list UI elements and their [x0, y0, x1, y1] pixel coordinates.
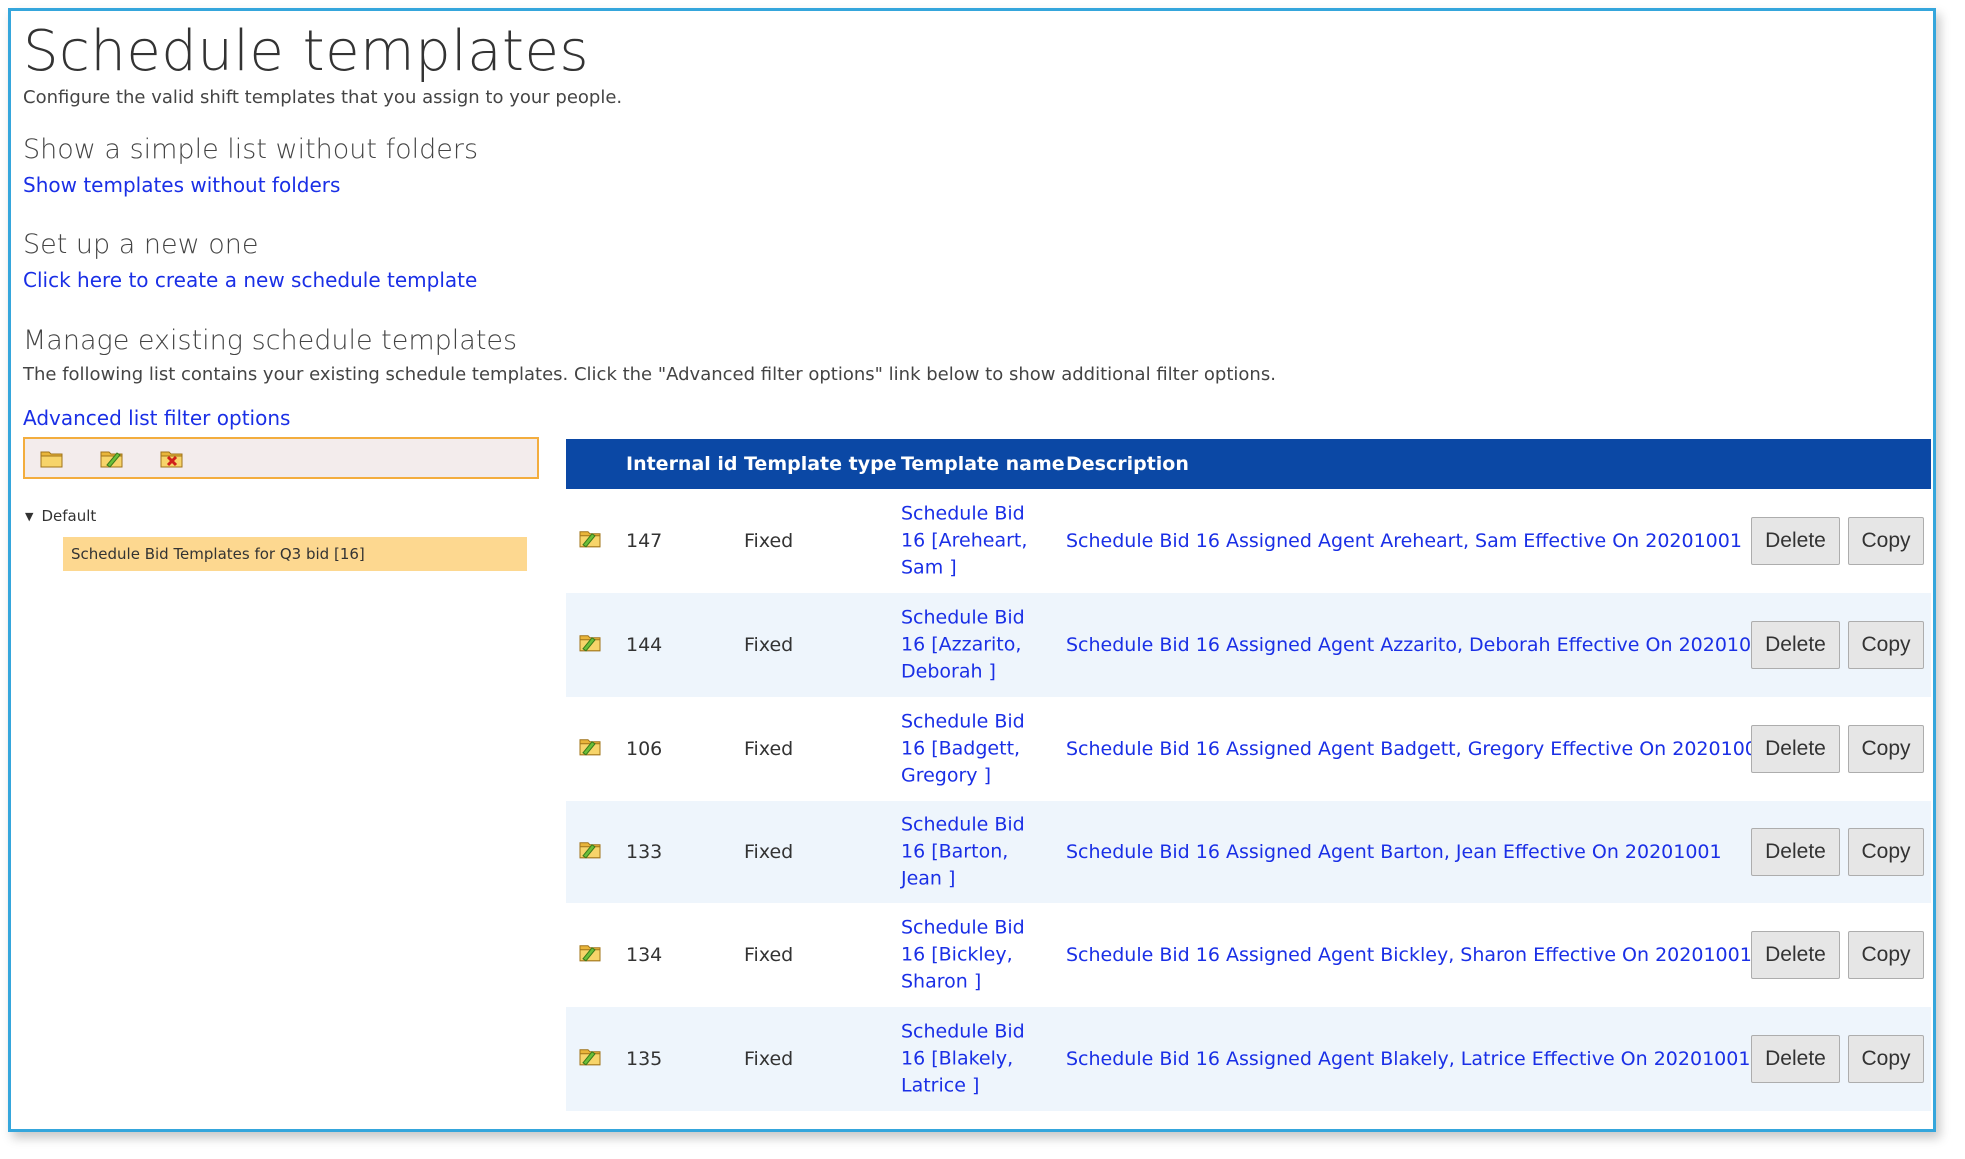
copy-button[interactable]: Copy	[1848, 517, 1924, 565]
delete-button[interactable]: Delete	[1751, 517, 1840, 565]
caret-down-icon[interactable]: ▼	[25, 510, 33, 523]
page-title: Schedule templates	[23, 19, 590, 84]
delete-button[interactable]: Delete	[1751, 1035, 1840, 1083]
cell-template-name-link[interactable]: Schedule Bid 16 [Barton, Jean ]	[901, 812, 1051, 893]
show-without-folders-link[interactable]: Show templates without folders	[23, 173, 340, 197]
copy-button[interactable]: Copy	[1848, 931, 1924, 979]
table-row: 134 Fixed Schedule Bid 16 [Bickley, Shar…	[566, 903, 1931, 1007]
folder-tree: ▼ Default	[25, 507, 96, 525]
cell-internal-id: 135	[626, 1048, 663, 1070]
page-frame: Schedule templates Configure the valid s…	[8, 8, 1936, 1132]
cell-template-name-link[interactable]: Schedule Bid 16 [Blakely, Latrice ]	[901, 1019, 1051, 1100]
cell-internal-id: 134	[626, 944, 663, 966]
delete-button[interactable]: Delete	[1751, 828, 1840, 876]
template-icon	[578, 1046, 602, 1068]
col-header-name[interactable]: Template name	[901, 439, 1065, 489]
cell-template-type: Fixed	[744, 1048, 794, 1070]
cell-template-name-link[interactable]: Schedule Bid 16 [Areheart, Sam ]	[901, 501, 1051, 582]
manage-description: The following list contains your existin…	[23, 364, 1276, 385]
col-header-type[interactable]: Template type	[744, 439, 897, 489]
table-row: 144 Fixed Schedule Bid 16 [Azzarito, Deb…	[566, 593, 1931, 697]
cell-description-link[interactable]: Schedule Bid 16 Assigned Agent Barton, J…	[1066, 841, 1722, 863]
folder-delete-icon[interactable]	[159, 447, 185, 469]
advanced-filter-link[interactable]: Advanced list filter options	[23, 406, 290, 430]
table-row: 147 Fixed Schedule Bid 16 [Areheart, Sam…	[566, 489, 1931, 593]
template-icon	[578, 942, 602, 964]
cell-description-link[interactable]: Schedule Bid 16 Assigned Agent Blakely, …	[1066, 1048, 1750, 1070]
cell-template-name-link[interactable]: Schedule Bid 16 [Azzarito, Deborah ]	[901, 605, 1051, 686]
template-icon	[578, 839, 602, 861]
cell-internal-id: 144	[626, 634, 663, 656]
cell-description-link[interactable]: Schedule Bid 16 Assigned Agent Areheart,…	[1066, 530, 1742, 552]
copy-button[interactable]: Copy	[1848, 725, 1924, 773]
table-row: 135 Fixed Schedule Bid 16 [Blakely, Latr…	[566, 1007, 1931, 1111]
cell-template-type: Fixed	[744, 944, 794, 966]
delete-button[interactable]: Delete	[1751, 725, 1840, 773]
cell-description-link[interactable]: Schedule Bid 16 Assigned Agent Badgett, …	[1066, 738, 1769, 760]
cell-description-link[interactable]: Schedule Bid 16 Assigned Agent Bickley, …	[1066, 944, 1752, 966]
delete-button[interactable]: Delete	[1751, 621, 1840, 669]
table-row: 106 Fixed Schedule Bid 16 [Badgett, Greg…	[566, 697, 1931, 801]
cell-internal-id: 133	[626, 841, 663, 863]
col-header-description[interactable]: Description	[1066, 439, 1189, 489]
template-icon	[578, 528, 602, 550]
cell-description-link[interactable]: Schedule Bid 16 Assigned Agent Azzarito,…	[1066, 634, 1775, 656]
tree-node-selected-folder[interactable]: Schedule Bid Templates for Q3 bid [16]	[63, 537, 527, 571]
create-template-link[interactable]: Click here to create a new schedule temp…	[23, 268, 477, 292]
tree-node-default[interactable]: ▼ Default	[25, 507, 96, 525]
cell-template-type: Fixed	[744, 530, 794, 552]
template-icon	[578, 632, 602, 654]
copy-button[interactable]: Copy	[1848, 828, 1924, 876]
folder-edit-icon[interactable]	[99, 447, 125, 469]
cell-internal-id: 106	[626, 738, 663, 760]
cell-template-name-link[interactable]: Schedule Bid 16 [Badgett, Gregory ]	[901, 709, 1051, 790]
delete-button[interactable]: Delete	[1751, 931, 1840, 979]
table-row: 133 Fixed Schedule Bid 16 [Barton, Jean …	[566, 801, 1931, 903]
cell-template-type: Fixed	[744, 841, 794, 863]
table-body: 147 Fixed Schedule Bid 16 [Areheart, Sam…	[566, 489, 1931, 1111]
simple-list-heading: Show a simple list without folders	[23, 134, 479, 165]
new-one-heading: Set up a new one	[23, 229, 259, 260]
page-subtitle: Configure the valid shift templates that…	[23, 87, 623, 108]
cell-template-name-link[interactable]: Schedule Bid 16 [Bickley, Sharon ]	[901, 915, 1051, 996]
manage-heading: Manage existing schedule templates	[23, 325, 518, 356]
copy-button[interactable]: Copy	[1848, 621, 1924, 669]
template-icon	[578, 736, 602, 758]
cell-template-type: Fixed	[744, 738, 794, 760]
folder-toolbar	[23, 437, 539, 479]
cell-internal-id: 147	[626, 530, 663, 552]
table-header: Internal id Template type Template name …	[566, 439, 1931, 489]
cell-template-type: Fixed	[744, 634, 794, 656]
folder-open-icon[interactable]	[39, 447, 65, 469]
tree-node-label: Default	[41, 507, 97, 525]
col-header-id[interactable]: Internal id	[626, 439, 738, 489]
templates-table: Internal id Template type Template name …	[566, 439, 1931, 1111]
copy-button[interactable]: Copy	[1848, 1035, 1924, 1083]
